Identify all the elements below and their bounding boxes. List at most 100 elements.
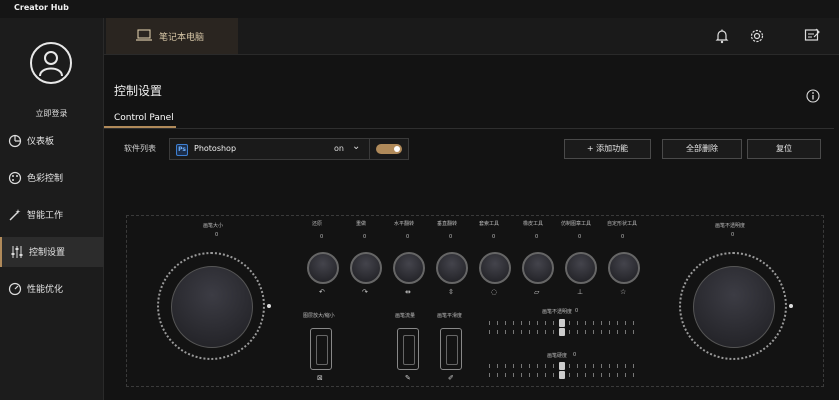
hslider-label: 画笔硬度 bbox=[547, 353, 568, 359]
knob-label: 水平翻转 bbox=[394, 221, 415, 227]
sidebar-item-label: 性能优化 bbox=[27, 285, 64, 295]
sidebar-item-dashboard[interactable]: 仪表板 bbox=[0, 126, 103, 156]
knob-stamp[interactable] bbox=[565, 252, 597, 284]
flip-vertical-icon: ⇳ bbox=[448, 288, 454, 296]
add-function-button[interactable]: + 添加功能 bbox=[564, 139, 651, 159]
redo-icon: ↷ bbox=[362, 288, 368, 296]
dial-face bbox=[171, 266, 253, 348]
avatar[interactable] bbox=[30, 42, 72, 84]
tab-laptop-label: 笔记本电脑 bbox=[159, 33, 205, 43]
toggle-knob bbox=[394, 146, 400, 152]
left-dial-value: 0 bbox=[215, 232, 219, 238]
stamp-icon: ⊥ bbox=[577, 288, 584, 296]
knob-value: 0 bbox=[320, 234, 324, 240]
hslider-value: 0 bbox=[573, 352, 577, 358]
zoom-icon: ⊠ bbox=[317, 374, 323, 382]
info-icon[interactable] bbox=[806, 89, 820, 103]
device-panel: 画笔大小 0 画笔不透明度 0 还原 重做 水平翻转 垂直翻转 套索工具 橡皮工… bbox=[126, 215, 824, 387]
knob-value: 0 bbox=[492, 234, 496, 240]
left-dial[interactable] bbox=[157, 252, 271, 360]
slider-track bbox=[316, 335, 328, 365]
knob-lasso[interactable] bbox=[479, 252, 511, 284]
knob-label: 自定形状工具 bbox=[607, 221, 638, 227]
knob-label: 重做 bbox=[356, 221, 367, 227]
delete-all-button[interactable]: 全部删除 bbox=[662, 139, 742, 159]
hslider-opacity[interactable] bbox=[489, 319, 637, 327]
brush-flow-icon: ✎ bbox=[405, 374, 411, 382]
sidebar-item-control-settings[interactable]: 控制设置 bbox=[0, 237, 105, 267]
sidebar: 立即登录 仪表板 色彩控制 智能工作 控制设置 性能优化 bbox=[0, 18, 105, 400]
palette-icon bbox=[8, 171, 22, 185]
slider-thumb[interactable] bbox=[559, 371, 565, 379]
vslider-brush-smooth[interactable] bbox=[440, 328, 462, 370]
left-dial-label: 画笔大小 bbox=[203, 223, 224, 229]
title-bar: Creator Hub bbox=[0, 0, 839, 18]
vslider-label: 画笔平滑度 bbox=[437, 313, 463, 319]
dial-face bbox=[693, 266, 775, 348]
knob-label: 仿制图章工具 bbox=[561, 221, 592, 227]
knob-flip-vertical[interactable] bbox=[436, 252, 468, 284]
sidebar-item-label: 仪表板 bbox=[27, 137, 55, 147]
reset-button[interactable]: 复位 bbox=[747, 139, 821, 159]
slider-thumb[interactable] bbox=[559, 319, 565, 327]
knob-value: 0 bbox=[535, 234, 539, 240]
sidebar-item-label: 控制设置 bbox=[29, 248, 66, 258]
knob-value: 0 bbox=[406, 234, 410, 240]
hslider-opacity-secondary[interactable] bbox=[489, 328, 637, 336]
slider-track bbox=[403, 335, 415, 365]
app-select[interactable]: Ps Photoshop on ⌄ bbox=[169, 138, 371, 160]
page-title: 控制设置 bbox=[114, 84, 163, 98]
knob-value: 0 bbox=[449, 234, 453, 240]
undo-icon: ↶ bbox=[319, 288, 325, 296]
sliders-icon bbox=[11, 246, 23, 258]
dial-indicator bbox=[267, 304, 271, 308]
knob-label: 还原 bbox=[312, 221, 323, 227]
sidebar-item-color-control[interactable]: 色彩控制 bbox=[0, 163, 103, 193]
brush-smooth-icon: ✐ bbox=[448, 374, 454, 382]
knob-shape[interactable] bbox=[608, 252, 640, 284]
gear-icon[interactable] bbox=[749, 28, 765, 44]
hslider-hardness[interactable] bbox=[489, 362, 637, 370]
slider-track bbox=[446, 335, 458, 365]
vslider-label: 图层放大/缩小 bbox=[303, 313, 335, 319]
software-list-label: 软件列表 bbox=[124, 144, 156, 153]
tab-control-panel[interactable]: Control Panel bbox=[114, 113, 174, 123]
right-dial[interactable] bbox=[679, 252, 793, 360]
app-state: on bbox=[334, 144, 344, 153]
hslider-hardness-secondary[interactable] bbox=[489, 371, 637, 379]
slider-thumb[interactable] bbox=[559, 362, 565, 370]
knob-undo[interactable] bbox=[307, 252, 339, 284]
sidebar-item-label: 智能工作 bbox=[27, 211, 64, 221]
eraser-icon: ▱ bbox=[534, 288, 540, 296]
tab-laptop[interactable]: 笔记本电脑 bbox=[106, 18, 238, 54]
right-dial-label: 画笔不透明度 bbox=[715, 223, 746, 229]
sidebar-item-performance[interactable]: 性能优化 bbox=[0, 274, 103, 304]
feedback-icon[interactable] bbox=[804, 28, 820, 44]
knob-flip-horizontal[interactable] bbox=[393, 252, 425, 284]
knob-value: 0 bbox=[363, 234, 367, 240]
speedometer-icon bbox=[8, 282, 22, 296]
vslider-label: 画笔流量 bbox=[395, 313, 416, 319]
vslider-zoom[interactable] bbox=[310, 328, 332, 370]
user-icon bbox=[39, 51, 63, 77]
sidebar-item-smart-work[interactable]: 智能工作 bbox=[0, 200, 103, 230]
knob-redo[interactable] bbox=[350, 252, 382, 284]
shape-icon: ☆ bbox=[620, 288, 627, 296]
slider-thumb[interactable] bbox=[559, 328, 565, 336]
divider bbox=[104, 128, 834, 129]
app-toggle-box bbox=[369, 138, 409, 160]
chevron-down-icon: ⌄ bbox=[352, 141, 361, 152]
dial-indicator bbox=[789, 304, 793, 308]
device-tab-bar: 笔记本电脑 bbox=[104, 18, 839, 55]
bell-icon[interactable] bbox=[714, 28, 730, 44]
app-toggle[interactable] bbox=[376, 144, 402, 154]
hslider-value: 0 bbox=[575, 308, 579, 314]
knob-label: 套索工具 bbox=[479, 221, 500, 227]
right-dial-value: 0 bbox=[731, 232, 735, 238]
login-link[interactable]: 立即登录 bbox=[0, 108, 103, 119]
vslider-brush-flow[interactable] bbox=[397, 328, 419, 370]
main-content: 控制设置 Control Panel 软件列表 Ps Photoshop on … bbox=[104, 55, 839, 400]
laptop-icon bbox=[136, 29, 152, 41]
knob-eraser[interactable] bbox=[522, 252, 554, 284]
app-select-value: Photoshop bbox=[194, 144, 237, 153]
